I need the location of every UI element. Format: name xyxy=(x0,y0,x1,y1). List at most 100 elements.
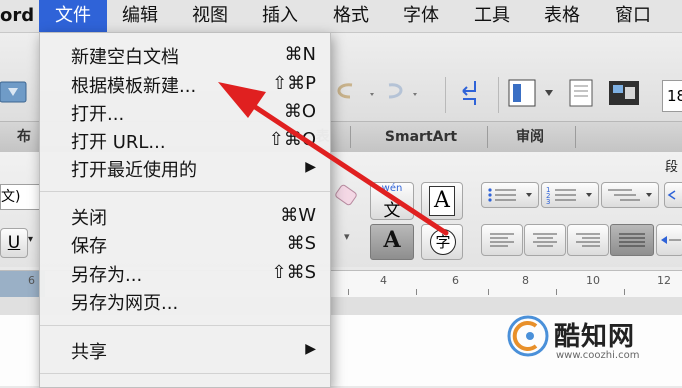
submenu-arrow-icon: ▶ xyxy=(305,341,316,357)
menu-item-label: 另存为... xyxy=(71,265,143,286)
numbering-icon: 1 2 3 xyxy=(546,186,592,206)
menu-item-save-as-webpage[interactable]: 另存为网页... xyxy=(40,286,330,316)
tab-divider xyxy=(575,126,576,148)
bullets-icon xyxy=(488,188,532,202)
watermark-logo-icon xyxy=(507,315,549,357)
menu-item-new-from-template[interactable]: 根据模板新建... ⇧⌘P xyxy=(40,69,330,99)
menu-item-label: 共享 xyxy=(71,342,107,363)
menu-item-label: 打开... xyxy=(71,104,125,125)
character-border-glyph: A xyxy=(429,186,455,216)
menu-item-label: 保存 xyxy=(71,236,107,257)
phonetic-guide-ruby: wén xyxy=(381,183,403,194)
ruler-tick-mark xyxy=(488,289,489,295)
menu-item-close[interactable]: 关闭 ⌘W xyxy=(40,201,330,231)
menu-item-label: 打开最近使用的 xyxy=(71,160,197,181)
menu-item-label: 根据模板新建... xyxy=(71,76,197,97)
menu-item-shortcut: ⌘S xyxy=(286,233,316,254)
ruler-tick-mark xyxy=(348,289,349,295)
menu-item-label: 新建空白文档 xyxy=(71,47,179,68)
align-right-button[interactable] xyxy=(567,224,609,256)
menu-item-shortcut: ⌘O xyxy=(283,101,316,122)
tab-smartart[interactable]: SmartArt xyxy=(358,122,484,152)
menu-file[interactable]: 文件 xyxy=(39,0,107,32)
ruler-tick-mark xyxy=(624,289,625,295)
decrease-indent-button[interactable] xyxy=(664,182,682,208)
menu-font[interactable]: 字体 xyxy=(403,0,439,32)
character-shading-button[interactable]: A xyxy=(370,224,414,260)
menu-item-shortcut: ⇧⌘P xyxy=(272,73,316,94)
align-right-icon xyxy=(576,233,600,247)
phonetic-guide-base: 文 xyxy=(383,201,401,221)
ruler-tick-label: 8 xyxy=(522,274,529,287)
ruler-tick-label: 12 xyxy=(657,274,671,287)
menu-tools[interactable]: 工具 xyxy=(474,0,510,32)
enclose-characters-button[interactable]: 字 xyxy=(421,224,463,260)
menu-item-open[interactable]: 打开... ⌘O xyxy=(40,97,330,127)
menu-edit[interactable]: 编辑 xyxy=(122,0,158,32)
underline-button[interactable]: U xyxy=(0,228,28,258)
toolbar-separator xyxy=(445,77,446,113)
watermark: 酷知网 www.coozhi.com xyxy=(494,302,682,386)
menu-table[interactable]: 表格 xyxy=(544,0,580,32)
align-center-button[interactable] xyxy=(524,224,566,256)
watermark-name: 酷知网 xyxy=(554,322,636,352)
multilevel-list-button[interactable] xyxy=(601,182,659,208)
menu-item-share[interactable]: 共享 ▶ xyxy=(40,335,330,365)
menu-item-new-blank[interactable]: 新建空白文档 ⌘N xyxy=(40,40,330,70)
folder-open-icon[interactable] xyxy=(0,76,32,106)
app-menu-fragment[interactable]: ord xyxy=(0,0,38,32)
menu-insert[interactable]: 插入 xyxy=(262,0,298,32)
paragraph-flow-icon[interactable] xyxy=(455,77,485,109)
menu-bar: ord 文件 编辑 视图 插入 格式 字体 工具 表格 窗口 xyxy=(0,0,682,33)
ruler-tick-label: 6 xyxy=(28,274,35,287)
menu-item-open-url[interactable]: 打开 URL... ⇧⌘O xyxy=(40,125,330,155)
menu-format[interactable]: 格式 xyxy=(333,0,369,32)
media-browser-icon[interactable] xyxy=(605,77,645,111)
sidebar-toggle-icon[interactable] xyxy=(507,78,557,108)
menu-item-save[interactable]: 保存 ⌘S xyxy=(40,229,330,259)
font-name-field[interactable]: 文) xyxy=(0,184,40,210)
menu-item-shortcut: ⌘N xyxy=(284,44,316,65)
submenu-arrow-icon: ▶ xyxy=(305,159,316,175)
watermark-url: www.coozhi.com xyxy=(556,350,640,361)
phonetic-guide-button[interactable]: wén 文 xyxy=(370,182,414,221)
document-view-icon[interactable] xyxy=(567,78,595,108)
menu-item-open-recent[interactable]: 打开最近使用的 ▶ xyxy=(40,153,330,183)
menu-item-label: 另存为网页... xyxy=(71,293,179,314)
menu-item-shortcut: ⇧⌘S xyxy=(271,262,316,283)
redo-icon[interactable] xyxy=(383,79,433,107)
bullets-button[interactable] xyxy=(481,182,539,208)
multilevel-list-icon xyxy=(608,189,652,201)
clear-formatting-icon[interactable] xyxy=(329,182,359,216)
menu-item-save-as[interactable]: 另存为... ⇧⌘S xyxy=(40,258,330,288)
menu-item-label: 关闭 xyxy=(71,208,107,229)
justify-icon xyxy=(619,233,645,247)
distributed-icon xyxy=(661,236,681,244)
tab-divider xyxy=(350,126,351,148)
ruler-tick-label: 10 xyxy=(586,274,600,287)
enclosed-character-glyph: 字 xyxy=(430,229,456,255)
align-center-icon xyxy=(533,233,557,247)
distributed-button[interactable] xyxy=(656,224,682,256)
numbering-button[interactable]: 1 2 3 xyxy=(541,182,599,208)
align-left-button[interactable] xyxy=(481,224,523,256)
undo-icon[interactable] xyxy=(330,79,380,107)
file-menu: 新建空白文档 ⌘N 根据模板新建... ⇧⌘P 打开... ⌘O 打开 URL.… xyxy=(39,32,331,388)
svg-text:3: 3 xyxy=(546,198,550,206)
underline-dropdown-icon[interactable]: ▾ xyxy=(28,234,33,245)
tab-review[interactable]: 审阅 xyxy=(490,122,570,152)
menu-window[interactable]: 窗口 xyxy=(615,0,651,32)
menu-view[interactable]: 视图 xyxy=(192,0,228,32)
menu-separator xyxy=(40,191,330,192)
menu-item-shortcut: ⌘W xyxy=(280,205,316,226)
toolbar-separator xyxy=(498,77,499,113)
character-shading-glyph: A xyxy=(383,227,401,253)
zoom-field[interactable]: 18 xyxy=(662,80,682,112)
decrease-indent-icon xyxy=(667,190,676,200)
align-left-icon xyxy=(490,233,514,247)
tab-divider xyxy=(487,126,488,148)
ruler-tick-mark xyxy=(556,289,557,295)
justify-button[interactable] xyxy=(610,224,654,256)
dropdown-caret-icon[interactable]: ▾ xyxy=(344,230,350,243)
character-border-button[interactable]: A xyxy=(421,182,463,220)
